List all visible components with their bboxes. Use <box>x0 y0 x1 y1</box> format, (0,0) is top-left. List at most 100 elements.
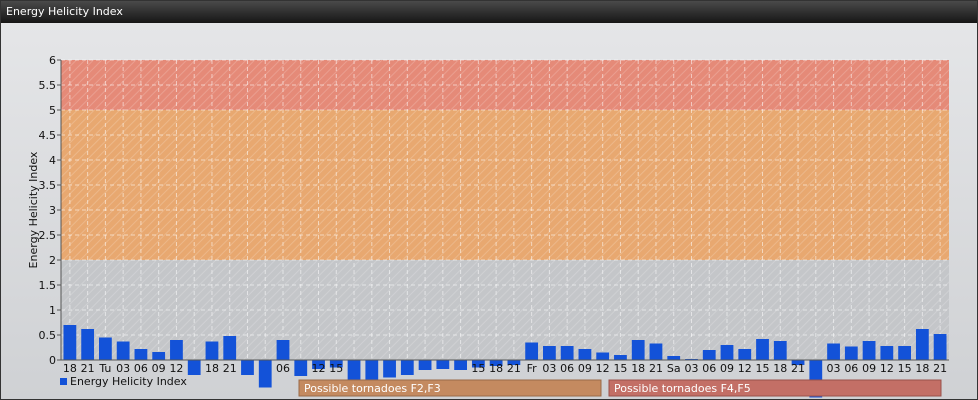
x-tick-label: Sa <box>667 362 681 375</box>
ehi-bar[interactable] <box>560 346 574 360</box>
ehi-chart: 00.511.522.533.544.555.56 18 21 Tu 03 06 09 12… <box>27 54 949 398</box>
x-tick-label: 15 <box>471 362 485 375</box>
x-tick-label: 21 <box>81 362 95 375</box>
ehi-bar[interactable] <box>134 349 148 360</box>
ehi-bar[interactable] <box>383 360 396 378</box>
legend-swatch <box>60 378 67 385</box>
x-tick-label: 21 <box>649 362 663 375</box>
annotation-f4f5-label: Possible tornadoes F4,F5 <box>614 382 751 395</box>
annotation-f2f3-label: Possible tornadoes F2,F3 <box>304 382 441 395</box>
x-tick-label: 15 <box>613 362 627 375</box>
x-tick-label: 18 <box>915 362 929 375</box>
x-tick-label: 12 <box>880 362 894 375</box>
ehi-bar[interactable] <box>720 345 734 360</box>
ehi-bar[interactable] <box>400 360 414 375</box>
x-tick-label: 03 <box>684 362 698 375</box>
x-tick-label: 12 <box>169 362 183 375</box>
ehi-bar[interactable] <box>631 340 645 360</box>
ehi-bar[interactable] <box>614 355 627 360</box>
y-tick-label: 2 <box>49 254 56 267</box>
ehi-bar[interactable] <box>258 360 272 388</box>
x-tick-label: 21 <box>223 362 237 375</box>
y-tick-label: 2.5 <box>39 229 57 242</box>
x-tick-label: 06 <box>844 362 858 375</box>
x-tick-label: 15 <box>898 362 912 375</box>
x-tick-label: 09 <box>152 362 166 375</box>
x-tick-label: 15 <box>756 362 770 375</box>
y-tick-label: 5 <box>49 104 56 117</box>
y-tick-label: 6 <box>49 54 56 67</box>
x-tick-label: 18 <box>489 362 503 375</box>
annotation-f2f3: Possible tornadoes F2,F3 <box>298 379 602 397</box>
x-tick-label: 12 <box>738 362 752 375</box>
x-tick-label: 09 <box>862 362 876 375</box>
ehi-bar[interactable] <box>436 360 450 369</box>
y-tick-label: 3 <box>49 204 56 217</box>
ehi-bar[interactable] <box>99 337 112 361</box>
ehi-bar[interactable] <box>667 356 681 360</box>
y-axis-label: Energy Helicity Index <box>27 151 40 268</box>
x-tick-label: 21 <box>507 362 521 375</box>
ehi-bar[interactable] <box>880 346 894 360</box>
ehi-bar[interactable] <box>525 342 539 361</box>
ehi-bar[interactable] <box>170 340 183 360</box>
x-tick-label: 06 <box>560 362 574 375</box>
y-tick-label: 0 <box>49 354 56 367</box>
x-tick-label: 03 <box>116 362 130 375</box>
x-tick-label: 06 <box>276 362 290 375</box>
x-tick-label: 03 <box>827 362 841 375</box>
ehi-bar[interactable] <box>862 341 876 360</box>
x-tick-label: 18 <box>63 362 77 375</box>
y-tick-label: 4 <box>49 154 56 167</box>
ehi-bar[interactable] <box>702 350 716 360</box>
legend-label: Energy Helicity Index <box>70 375 187 388</box>
ehi-bar[interactable] <box>294 360 308 376</box>
ehi-bar[interactable] <box>205 341 219 361</box>
legend[interactable]: Energy Helicity Index <box>60 375 187 388</box>
x-tick-label: 12 <box>596 362 610 375</box>
ehi-bar[interactable] <box>276 340 290 360</box>
x-tick-label: 09 <box>720 362 734 375</box>
y-tick-label: 1.5 <box>39 279 57 292</box>
ehi-bar[interactable] <box>152 352 166 360</box>
x-tick-label: 18 <box>631 362 645 375</box>
x-tick-label: Tu <box>98 362 111 375</box>
ehi-bar[interactable] <box>933 334 947 360</box>
ehi-bar[interactable] <box>915 329 929 360</box>
x-tick-label: 21 <box>933 362 947 375</box>
x-tick-label: 09 <box>578 362 592 375</box>
ehi-bar[interactable] <box>898 346 911 360</box>
y-tick-label: 3.5 <box>39 179 57 192</box>
x-tick-label: 12 <box>312 362 326 375</box>
y-tick-label: 0.5 <box>39 329 57 342</box>
ehi-bar[interactable] <box>418 360 432 370</box>
x-tick-label: 15 <box>329 362 343 375</box>
ehi-bar[interactable] <box>454 360 467 370</box>
ehi-bar[interactable] <box>596 352 610 361</box>
ehi-bar[interactable] <box>187 360 201 375</box>
y-tick-label: 1 <box>49 304 56 317</box>
ehi-bar[interactable] <box>773 341 787 360</box>
ehi-bar[interactable] <box>649 343 663 361</box>
ehi-bar[interactable] <box>241 360 254 375</box>
ehi-bar[interactable] <box>63 325 77 360</box>
ehi-bar[interactable] <box>827 343 840 361</box>
x-tick-label: 03 <box>542 362 556 375</box>
x-tick-label: Fr <box>527 362 538 375</box>
ehi-bar[interactable] <box>738 349 752 360</box>
ehi-bar[interactable] <box>578 349 592 360</box>
ehi-bar[interactable] <box>116 341 130 361</box>
ehi-bar[interactable] <box>81 329 95 360</box>
x-tick-label: 06 <box>702 362 716 375</box>
y-tick-label: 5.5 <box>39 79 57 92</box>
ehi-bar[interactable] <box>347 360 361 380</box>
x-tick-label: 06 <box>134 362 148 375</box>
ehi-bar[interactable] <box>844 346 858 361</box>
y-tick-label: 4.5 <box>39 129 57 142</box>
x-tick-label: 18 <box>205 362 219 375</box>
ehi-bar[interactable] <box>223 336 237 360</box>
annotation-f4f5: Possible tornadoes F4,F5 <box>608 379 942 397</box>
ehi-bar[interactable] <box>756 339 769 360</box>
ehi-bar[interactable] <box>543 346 556 360</box>
x-tick-label: 21 <box>791 362 805 375</box>
